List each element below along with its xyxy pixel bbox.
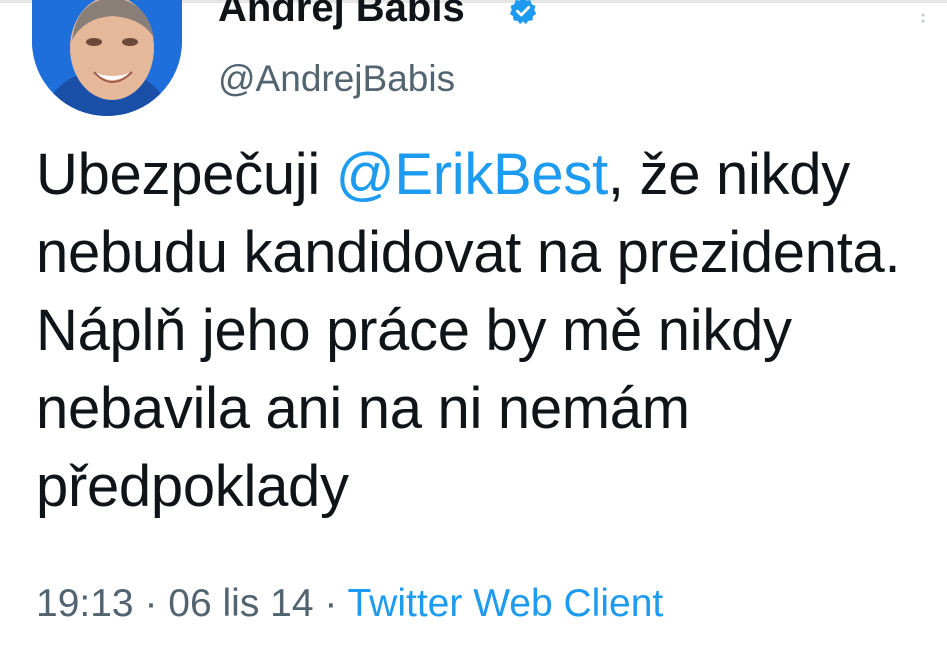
tweet-source-link[interactable]: Twitter Web Client bbox=[348, 582, 664, 625]
meta-separator: · bbox=[133, 582, 169, 625]
meta-separator: · bbox=[313, 582, 348, 625]
tweet-card: Andrej Babiš @AndrejBabis Ubezpečuji @Er… bbox=[0, 0, 947, 649]
tweet-date[interactable]: 06 lis 14 bbox=[168, 582, 313, 625]
verified-badge-icon bbox=[509, 0, 537, 25]
mention-link[interactable]: @ErikBest bbox=[336, 142, 608, 207]
more-options-icon[interactable] bbox=[914, 12, 932, 30]
tweet-text-before-mention: Ubezpečuji bbox=[36, 142, 336, 207]
avatar[interactable] bbox=[32, 0, 182, 116]
avatar-photo-icon bbox=[32, 0, 182, 116]
tweet-time[interactable]: 19:13 bbox=[36, 582, 134, 625]
author-handle[interactable]: @AndrejBabis bbox=[218, 58, 455, 100]
tweet-text: Ubezpečuji @ErikBest, že nikdy nebudu ka… bbox=[36, 136, 941, 526]
tweet-metadata: 19:13 · 06 lis 14 · Twitter Web Client bbox=[36, 582, 663, 626]
author-display-name[interactable]: Andrej Babiš bbox=[218, 0, 465, 31]
